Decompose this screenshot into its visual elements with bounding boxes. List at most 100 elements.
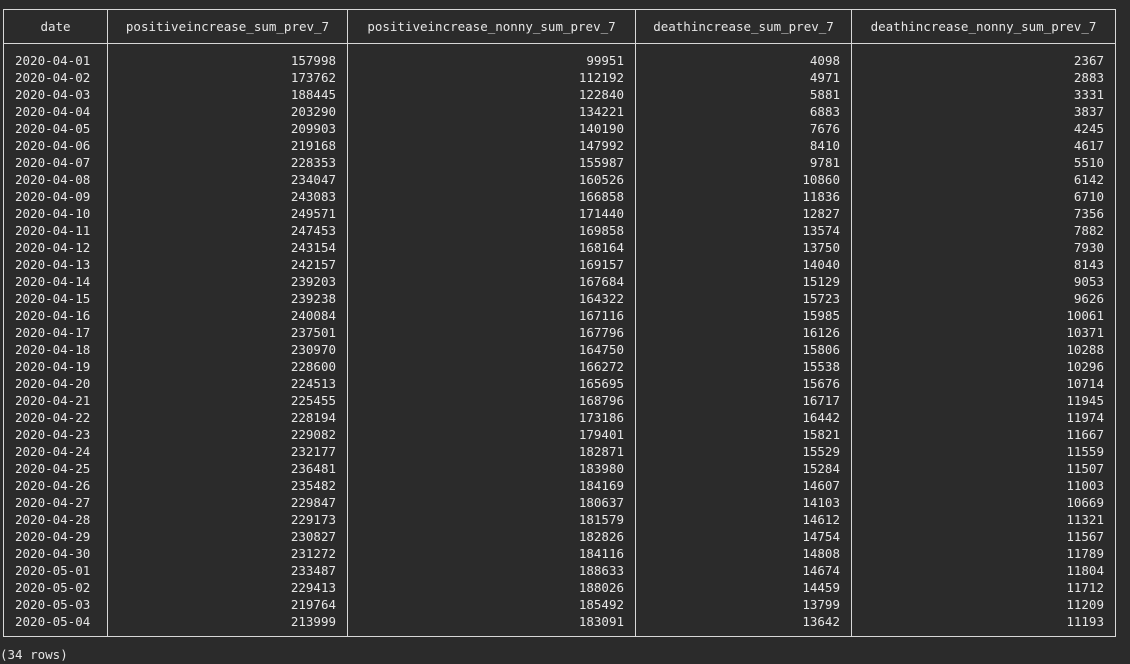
cell-positiveincrease-sum-prev-7: 224513: [107, 375, 348, 392]
cell-date: 2020-04-04: [3, 103, 108, 120]
cell-positiveincrease-sum-prev-7: 213999: [107, 613, 348, 630]
cell-deathincrease-sum-prev-7: 15284: [635, 460, 852, 477]
cell-positiveincrease-nonny-sum-prev-7: 166272: [347, 358, 636, 375]
cell-positiveincrease-sum-prev-7: 228600: [107, 358, 348, 375]
table-row: 2020-04-22 228194 173186 16442 11974: [3, 409, 1116, 426]
cell-date: 2020-04-08: [3, 171, 108, 188]
cell-positiveincrease-sum-prev-7: 239238: [107, 290, 348, 307]
table-row: 2020-05-02 229413 188026 14459 11712: [3, 579, 1116, 596]
cell-positiveincrease-sum-prev-7: 243154: [107, 239, 348, 256]
cell-deathincrease-sum-prev-7: 15529: [635, 443, 852, 460]
cell-deathincrease-nonny-sum-prev-7: 4245: [851, 120, 1116, 137]
cell-positiveincrease-sum-prev-7: 249571: [107, 205, 348, 222]
table-row: 2020-04-14 239203 167684 15129 9053: [3, 273, 1116, 290]
results-table: date positiveincrease_sum_prev_7 positiv…: [3, 9, 1116, 637]
cell-deathincrease-nonny-sum-prev-7: 7356: [851, 205, 1116, 222]
cell-date: 2020-04-05: [3, 120, 108, 137]
cell-positiveincrease-nonny-sum-prev-7: 122840: [347, 86, 636, 103]
table-body: 2020-04-01 157998 99951 4098 2367 2020-04-02 1…: [3, 43, 1116, 637]
cell-deathincrease-sum-prev-7: 16717: [635, 392, 852, 409]
cell-deathincrease-sum-prev-7: 14808: [635, 545, 852, 562]
cell-date: 2020-04-11: [3, 222, 108, 239]
cell-positiveincrease-nonny-sum-prev-7: 181579: [347, 511, 636, 528]
cell-positiveincrease-sum-prev-7: 234047: [107, 171, 348, 188]
cell-deathincrease-nonny-sum-prev-7: 11789: [851, 545, 1116, 562]
table-row: 2020-04-30 231272 184116 14808 11789: [3, 545, 1116, 562]
spacer-cell: [635, 630, 852, 637]
cell-deathincrease-sum-prev-7: 14754: [635, 528, 852, 545]
cell-deathincrease-nonny-sum-prev-7: 11003: [851, 477, 1116, 494]
column-header-deathincrease-sum-prev-7: deathincrease_sum_prev_7: [635, 9, 852, 44]
spacer-cell: [635, 43, 852, 52]
cell-positiveincrease-sum-prev-7: 229413: [107, 579, 348, 596]
cell-deathincrease-nonny-sum-prev-7: 2367: [851, 52, 1116, 69]
table-row: 2020-04-04 203290 134221 6883 3837: [3, 103, 1116, 120]
cell-date: 2020-04-02: [3, 69, 108, 86]
table-row: 2020-04-18 230970 164750 15806 10288: [3, 341, 1116, 358]
spacer-cell: [347, 630, 636, 637]
table-row: 2020-04-11 247453 169858 13574 7882: [3, 222, 1116, 239]
cell-positiveincrease-sum-prev-7: 233487: [107, 562, 348, 579]
cell-date: 2020-04-03: [3, 86, 108, 103]
cell-positiveincrease-sum-prev-7: 173762: [107, 69, 348, 86]
cell-deathincrease-sum-prev-7: 14674: [635, 562, 852, 579]
cell-deathincrease-sum-prev-7: 14612: [635, 511, 852, 528]
cell-deathincrease-sum-prev-7: 4098: [635, 52, 852, 69]
cell-deathincrease-nonny-sum-prev-7: 11507: [851, 460, 1116, 477]
cell-positiveincrease-sum-prev-7: 247453: [107, 222, 348, 239]
cell-positiveincrease-sum-prev-7: 237501: [107, 324, 348, 341]
cell-deathincrease-sum-prev-7: 16442: [635, 409, 852, 426]
table-row: 2020-04-05 209903 140190 7676 4245: [3, 120, 1116, 137]
cell-positiveincrease-sum-prev-7: 209903: [107, 120, 348, 137]
cell-deathincrease-sum-prev-7: 15723: [635, 290, 852, 307]
cell-positiveincrease-nonny-sum-prev-7: 184116: [347, 545, 636, 562]
table-row: 2020-04-29 230827 182826 14754 11567: [3, 528, 1116, 545]
cell-deathincrease-sum-prev-7: 16126: [635, 324, 852, 341]
table-header: date positiveincrease_sum_prev_7 positiv…: [3, 9, 1116, 44]
cell-positiveincrease-nonny-sum-prev-7: 160526: [347, 171, 636, 188]
table-row: 2020-05-04 213999 183091 13642 11193: [3, 613, 1116, 630]
cell-date: 2020-04-21: [3, 392, 108, 409]
cell-positiveincrease-nonny-sum-prev-7: 179401: [347, 426, 636, 443]
cell-date: 2020-05-01: [3, 562, 108, 579]
cell-positiveincrease-nonny-sum-prev-7: 134221: [347, 103, 636, 120]
cell-date: 2020-04-14: [3, 273, 108, 290]
cell-date: 2020-04-18: [3, 341, 108, 358]
table-row: 2020-04-02 173762 112192 4971 2883: [3, 69, 1116, 86]
cell-deathincrease-sum-prev-7: 15129: [635, 273, 852, 290]
cell-deathincrease-sum-prev-7: 12827: [635, 205, 852, 222]
column-header-date: date: [3, 9, 108, 44]
table-row: 2020-04-15 239238 164322 15723 9626: [3, 290, 1116, 307]
spacer-cell: [3, 43, 108, 52]
cell-positiveincrease-sum-prev-7: 229173: [107, 511, 348, 528]
cell-deathincrease-nonny-sum-prev-7: 11209: [851, 596, 1116, 613]
cell-date: 2020-04-20: [3, 375, 108, 392]
cell-positiveincrease-sum-prev-7: 219168: [107, 137, 348, 154]
table-row: 2020-04-28 229173 181579 14612 11321: [3, 511, 1116, 528]
table-row: 2020-04-21 225455 168796 16717 11945: [3, 392, 1116, 409]
cell-date: 2020-04-28: [3, 511, 108, 528]
cell-deathincrease-nonny-sum-prev-7: 11804: [851, 562, 1116, 579]
cell-deathincrease-nonny-sum-prev-7: 11974: [851, 409, 1116, 426]
cell-deathincrease-sum-prev-7: 15821: [635, 426, 852, 443]
cell-positiveincrease-nonny-sum-prev-7: 140190: [347, 120, 636, 137]
table-row: 2020-04-16 240084 167116 15985 10061: [3, 307, 1116, 324]
cell-deathincrease-sum-prev-7: 8410: [635, 137, 852, 154]
table-row: 2020-04-07 228353 155987 9781 5510: [3, 154, 1116, 171]
column-header-deathincrease-nonny-sum-prev-7: deathincrease_nonny_sum_prev_7: [851, 9, 1116, 44]
cell-positiveincrease-sum-prev-7: 236481: [107, 460, 348, 477]
cell-deathincrease-nonny-sum-prev-7: 6710: [851, 188, 1116, 205]
cell-positiveincrease-sum-prev-7: 229847: [107, 494, 348, 511]
cell-date: 2020-04-25: [3, 460, 108, 477]
cell-positiveincrease-sum-prev-7: 230827: [107, 528, 348, 545]
cell-date: 2020-04-06: [3, 137, 108, 154]
cell-deathincrease-sum-prev-7: 10860: [635, 171, 852, 188]
cell-deathincrease-sum-prev-7: 14103: [635, 494, 852, 511]
cell-deathincrease-nonny-sum-prev-7: 3837: [851, 103, 1116, 120]
cell-date: 2020-04-29: [3, 528, 108, 545]
spacer-cell: [107, 630, 348, 637]
cell-positiveincrease-sum-prev-7: 219764: [107, 596, 348, 613]
cell-deathincrease-nonny-sum-prev-7: 9053: [851, 273, 1116, 290]
cell-positiveincrease-nonny-sum-prev-7: 188633: [347, 562, 636, 579]
cell-date: 2020-04-30: [3, 545, 108, 562]
